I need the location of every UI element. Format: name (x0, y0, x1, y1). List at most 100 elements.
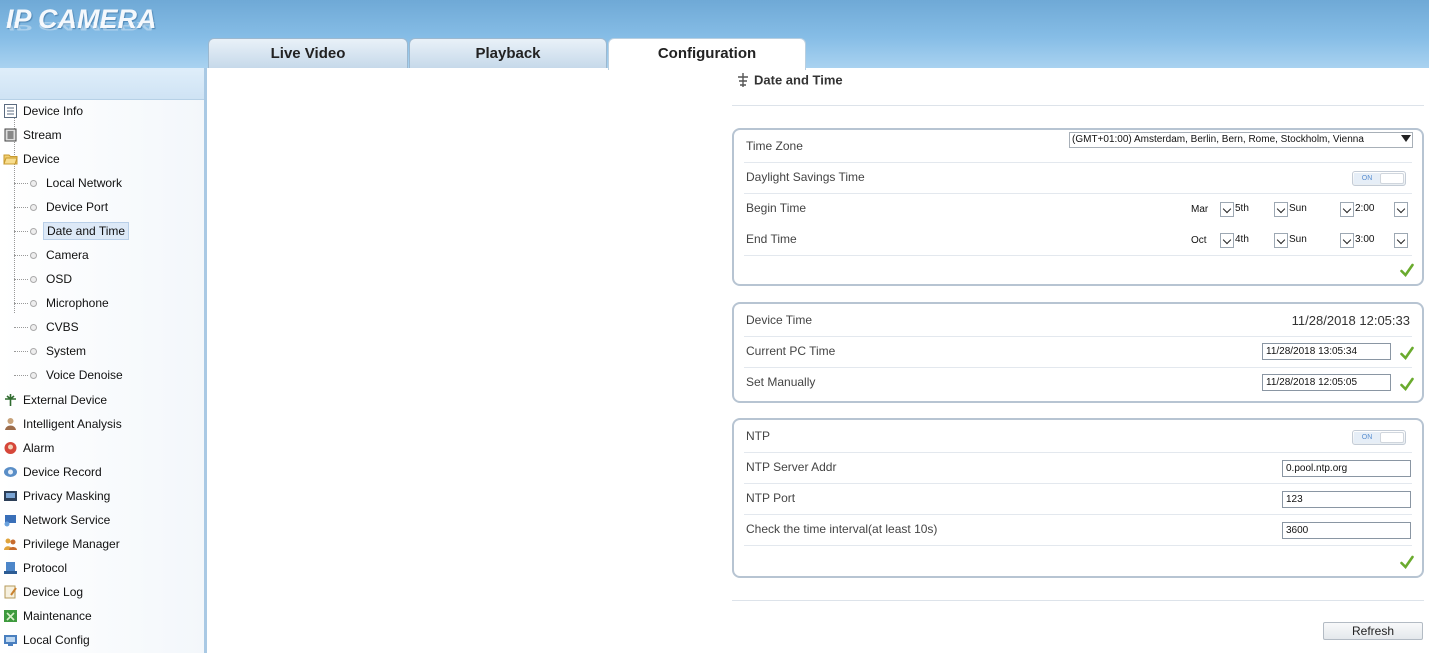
network-icon (4, 514, 16, 527)
sidebar-item-privacy-masking[interactable]: Privacy Masking (0, 485, 110, 507)
timezone-row: Time Zone (GMT+01:00) Amsterdam, Berlin,… (744, 132, 1413, 163)
sidebar-item-osd[interactable]: OSD (14, 268, 75, 290)
end-hour-select[interactable] (1394, 233, 1408, 248)
end-hour[interactable]: 3:00 (1355, 234, 1374, 245)
tab-live-video[interactable]: Live Video (208, 38, 408, 68)
set-manual-time-check-icon[interactable] (1400, 377, 1414, 391)
sync-pc-time-check-icon[interactable] (1400, 346, 1414, 360)
ntp-port-field[interactable] (1282, 491, 1411, 508)
sidebar-item-microphone[interactable]: Microphone (14, 292, 112, 314)
folder-icon (3, 154, 18, 165)
bullet-icon (30, 324, 37, 332)
record-icon (4, 466, 17, 477)
begin-week[interactable]: 5th (1235, 203, 1249, 214)
sidebar-item-label: Maintenance (23, 609, 92, 623)
begin-day-select[interactable] (1340, 202, 1354, 217)
pc-time-field[interactable] (1262, 343, 1391, 360)
sidebar-item-intelligent-analysis[interactable]: Intelligent Analysis (0, 413, 122, 435)
header-bar: IP CAMERA IP CAMERA Live Video Playback … (0, 0, 1429, 70)
ntp-interval-row: Check the time interval(at least 10s) (744, 515, 1412, 546)
sidebar-item-device-record[interactable]: Device Record (0, 461, 102, 483)
ntp-interval-field[interactable] (1282, 522, 1411, 539)
refresh-button[interactable]: Refresh (1323, 622, 1423, 640)
end-week[interactable]: 4th (1235, 234, 1249, 245)
film-icon (4, 128, 17, 142)
sidebar-item-label: Alarm (23, 441, 55, 455)
begin-hour[interactable]: 2:00 (1355, 203, 1374, 214)
alarm-icon (4, 441, 17, 454)
dst-row: Daylight Savings Time ON (744, 163, 1412, 194)
device-time-panel: Device Time 11/28/2018 12:05:33 Current … (732, 302, 1424, 403)
end-time-row: End Time Oct 4th Sun 3:00 (744, 225, 1412, 256)
sidebar-item-label: Local Config (23, 633, 90, 647)
sidebar-item-label: Network Service (23, 513, 111, 527)
mask-icon (4, 490, 17, 501)
app-logo-reflection: IP CAMERA (6, 19, 157, 34)
analysis-icon (5, 417, 16, 430)
dst-toggle[interactable]: ON (1352, 171, 1406, 186)
begin-week-select[interactable] (1274, 202, 1288, 217)
bullet-icon (30, 228, 37, 236)
end-day[interactable]: Sun (1289, 234, 1307, 245)
sidebar-item-privilege-manager[interactable]: Privilege Manager (0, 533, 120, 555)
end-month[interactable]: Oct (1191, 235, 1207, 246)
sidebar-item-cvbs[interactable]: CVBS (14, 316, 82, 338)
ntp-server-field[interactable] (1282, 460, 1411, 477)
sidebar-item-local-config[interactable]: Local Config (0, 629, 90, 651)
users-icon (4, 538, 17, 550)
sidebar-item-local-network[interactable]: Local Network (14, 172, 125, 194)
begin-hour-select[interactable] (1394, 202, 1408, 217)
chevron-down-icon (1401, 135, 1411, 142)
bullet-icon (30, 252, 37, 260)
clock-config-icon (738, 73, 748, 87)
bullet-icon (30, 180, 37, 188)
sidebar-item-camera[interactable]: Camera (14, 244, 92, 266)
divider (732, 105, 1424, 106)
sidebar-item-device-info[interactable]: Device Info (0, 100, 83, 122)
document-icon (4, 103, 17, 118)
sidebar-item-voice-denoise[interactable]: Voice Denoise (14, 364, 126, 386)
timezone-panel: Time Zone (GMT+01:00) Amsterdam, Berlin,… (732, 128, 1424, 286)
sidebar-item-stream[interactable]: Stream (0, 124, 62, 146)
sidebar-item-label: Stream (23, 128, 62, 142)
ntp-toggle[interactable]: ON (1352, 430, 1406, 445)
sidebar-item-network-service[interactable]: Network Service (0, 509, 110, 531)
ntp-row: NTP ON (744, 422, 1412, 453)
tab-playback[interactable]: Playback (409, 38, 607, 68)
begin-month-select[interactable] (1220, 202, 1234, 217)
end-week-select[interactable] (1274, 233, 1288, 248)
sidebar-item-device-port[interactable]: Device Port (14, 196, 111, 218)
ntp-server-row: NTP Server Addr (744, 453, 1412, 484)
sidebar-item-label: Device (23, 152, 60, 166)
sidebar-item-label: Intelligent Analysis (23, 417, 122, 431)
tab-configuration[interactable]: Configuration (608, 38, 806, 70)
sidebar-item-system[interactable]: System (14, 340, 89, 362)
bullet-icon (30, 348, 37, 356)
sidebar-item-maintenance[interactable]: Maintenance (0, 605, 92, 627)
save-ntp-check-icon[interactable] (1400, 555, 1414, 569)
page-title-bar: Date and Time (735, 72, 843, 92)
sidebar-item-label: Protocol (23, 561, 68, 575)
save-timezone-check-icon[interactable] (1400, 263, 1414, 277)
bullet-icon (30, 276, 37, 284)
ntp-port-row: NTP Port (744, 484, 1412, 515)
pc-time-row: Current PC Time (744, 337, 1414, 368)
sidebar-item-alarm[interactable]: Alarm (0, 437, 54, 459)
end-day-select[interactable] (1340, 233, 1354, 248)
sidebar-item-external-device[interactable]: External Device (0, 389, 107, 411)
divider (732, 600, 1424, 601)
sidebar-item-date-and-time[interactable]: Date and Time (14, 220, 130, 242)
local-config-icon (4, 634, 17, 646)
manual-time-field[interactable] (1262, 374, 1391, 391)
sidebar-item-device[interactable]: Device (0, 148, 60, 170)
protocol-icon (4, 561, 17, 574)
sidebar-item-device-log[interactable]: Device Log (0, 581, 83, 603)
ntp-panel: NTP ON NTP Server Addr NTP Port Check th… (732, 418, 1424, 578)
sidebar-item-label: Device Info (23, 104, 84, 118)
bullet-icon (30, 300, 37, 308)
end-month-select[interactable] (1220, 233, 1234, 248)
begin-day[interactable]: Sun (1289, 203, 1307, 214)
begin-month[interactable]: Mar (1191, 204, 1208, 215)
timezone-select[interactable]: (GMT+01:00) Amsterdam, Berlin, Bern, Rom… (1069, 132, 1413, 148)
sidebar-item-protocol[interactable]: Protocol (0, 557, 67, 579)
